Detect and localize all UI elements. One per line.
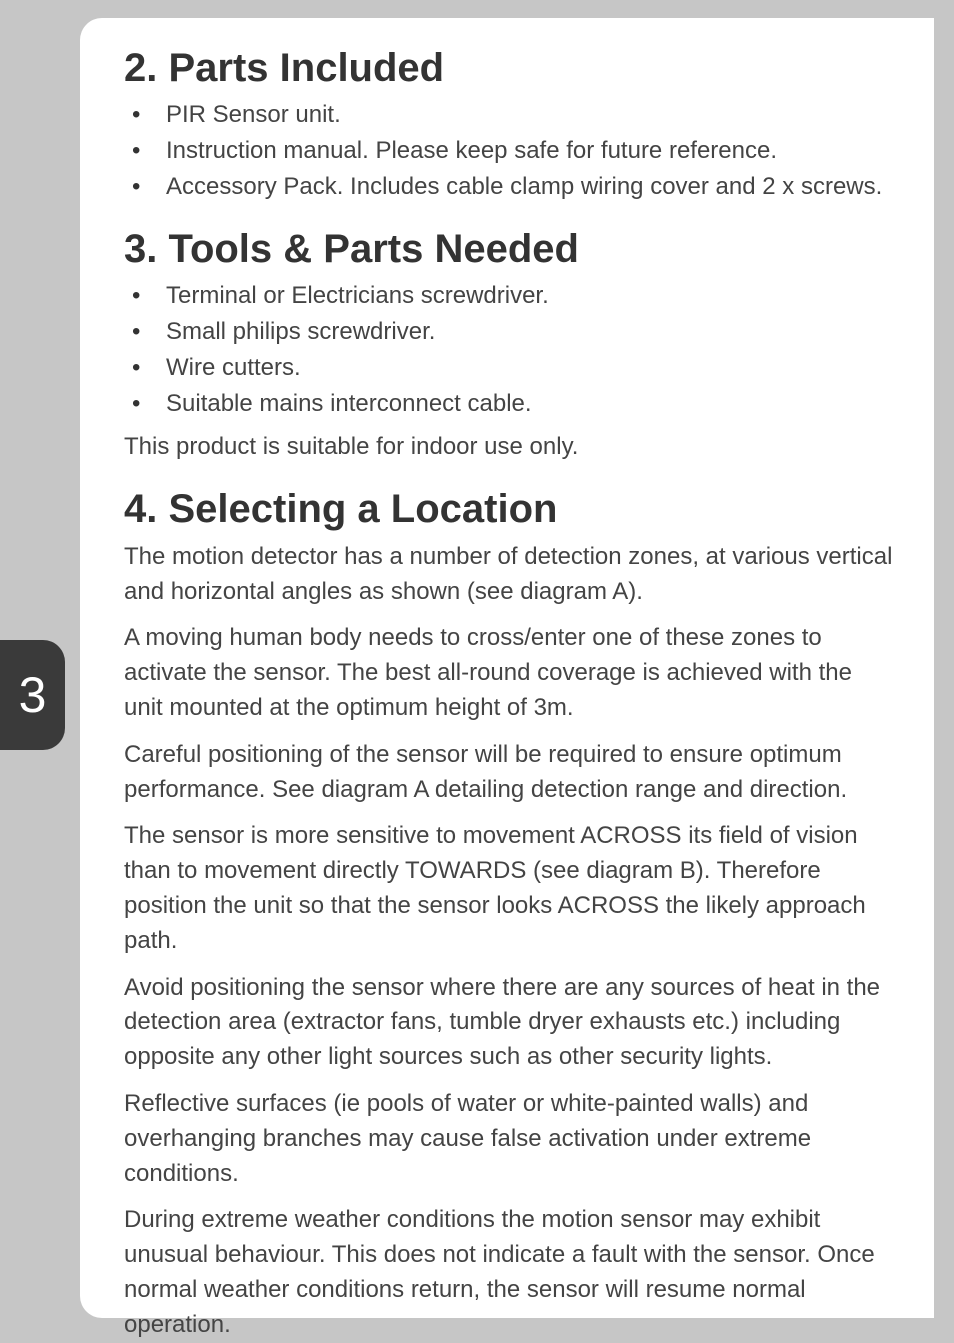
list-item: Suitable mains interconnect cable. — [124, 386, 896, 422]
heading-parts-included: 2. Parts Included — [124, 46, 896, 91]
list-item: Wire cutters. — [124, 350, 896, 386]
list-tools-needed: Terminal or Electricians screwdriver. Sm… — [124, 278, 896, 422]
list-item: Accessory Pack. Includes cable clamp wir… — [124, 169, 896, 205]
heading-selecting-location: 4. Selecting a Location — [124, 487, 896, 532]
body-paragraph: During extreme weather conditions the mo… — [124, 1203, 896, 1342]
body-paragraph: Careful positioning of the sensor will b… — [124, 738, 896, 808]
body-paragraph: Reflective surfaces (ie pools of water o… — [124, 1087, 896, 1191]
body-paragraph: The motion detector has a number of dete… — [124, 540, 896, 610]
tools-note: This product is suitable for indoor use … — [124, 430, 896, 465]
list-item: Instruction manual. Please keep safe for… — [124, 133, 896, 169]
body-paragraph: Avoid positioning the sensor where there… — [124, 971, 896, 1075]
body-paragraph: A moving human body needs to cross/enter… — [124, 621, 896, 725]
body-paragraph: The sensor is more sensitive to movement… — [124, 819, 896, 958]
page-number: 3 — [19, 666, 47, 724]
list-item: PIR Sensor unit. — [124, 97, 896, 133]
heading-tools-needed: 3. Tools & Parts Needed — [124, 227, 896, 272]
content-card: 2. Parts Included PIR Sensor unit. Instr… — [80, 18, 934, 1318]
page-number-tab: 3 — [0, 640, 65, 750]
list-item: Small philips screwdriver. — [124, 314, 896, 350]
list-item: Terminal or Electricians screwdriver. — [124, 278, 896, 314]
list-parts-included: PIR Sensor unit. Instruction manual. Ple… — [124, 97, 896, 205]
